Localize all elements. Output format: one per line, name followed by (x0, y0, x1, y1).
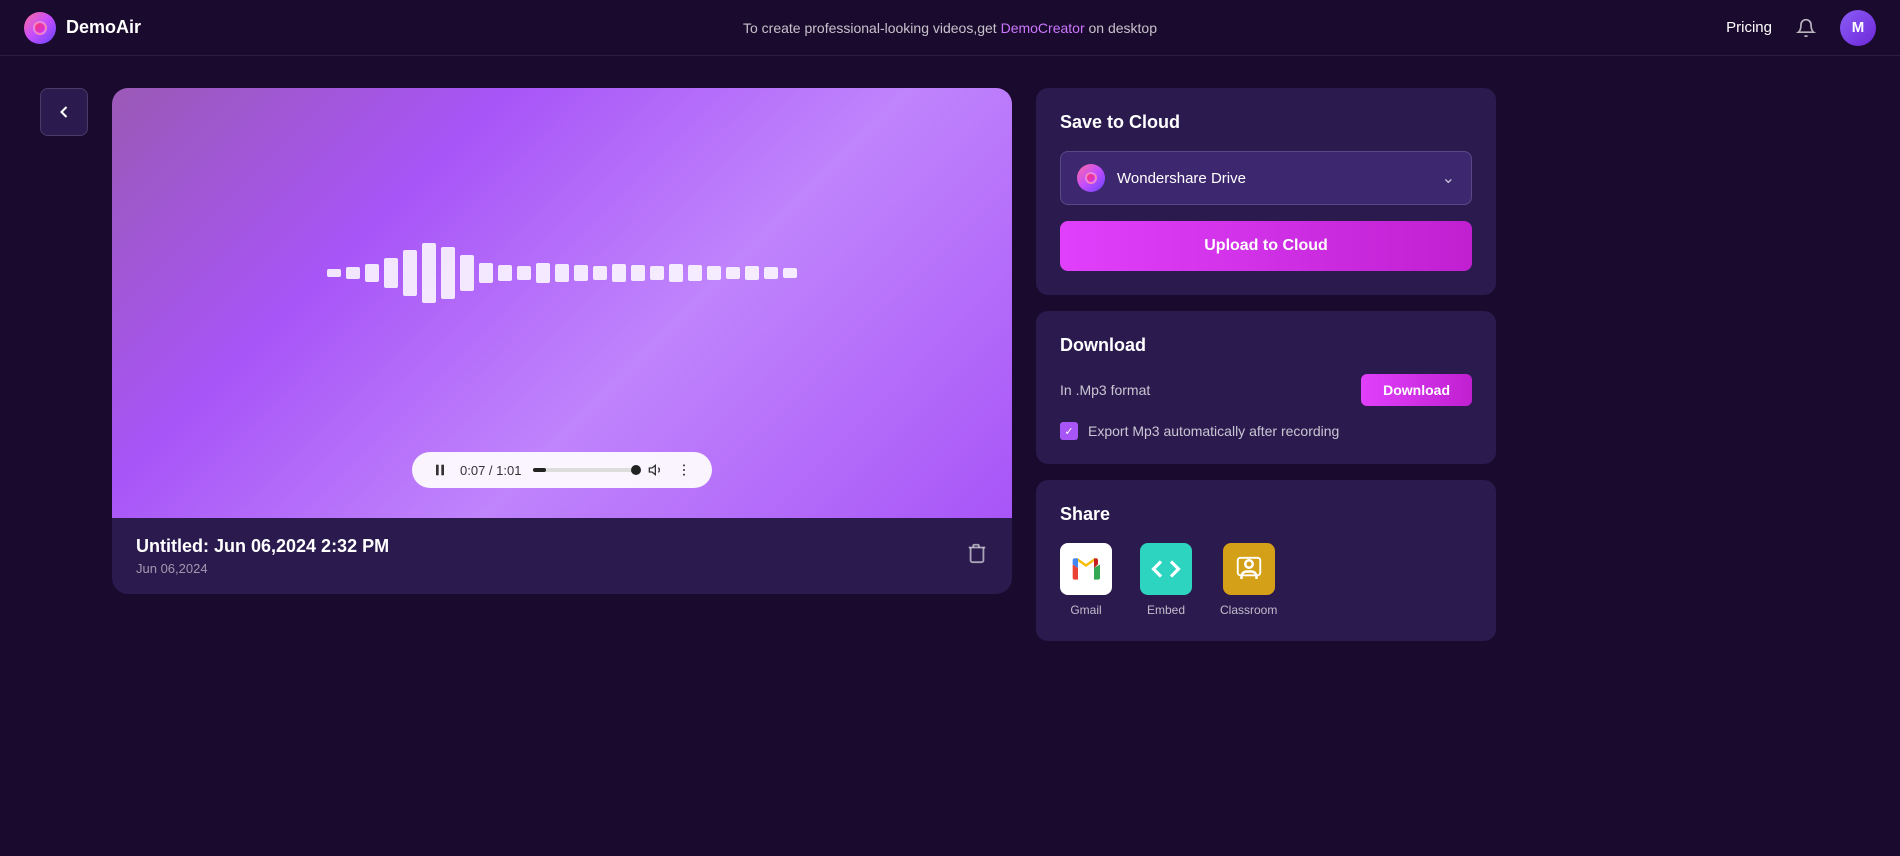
download-button[interactable]: Download (1361, 374, 1472, 406)
waveform-bar (574, 265, 588, 281)
format-label: In .Mp3 format (1060, 382, 1150, 398)
export-checkbox[interactable]: ✓ (1060, 422, 1078, 440)
waveform-bar (327, 269, 341, 277)
share-classroom[interactable]: Classroom (1220, 543, 1277, 617)
gmail-icon (1060, 543, 1112, 595)
pause-button[interactable] (432, 462, 448, 478)
waveform-bar (612, 264, 626, 282)
waveform-bar (460, 255, 474, 291)
chevron-down-icon: ⌄ (1442, 168, 1455, 188)
upload-to-cloud-button[interactable]: Upload to Cloud (1060, 221, 1472, 271)
waveform-bar (593, 266, 607, 280)
promo-banner: To create professional-looking videos,ge… (743, 20, 1157, 36)
notification-icon[interactable] (1792, 14, 1820, 42)
audio-controls: 0:07 / 1:01 (412, 452, 712, 488)
gmail-label: Gmail (1070, 603, 1101, 617)
export-label: Export Mp3 automatically after recording (1088, 423, 1339, 439)
waveform-bar (669, 264, 683, 282)
embed-label: Embed (1147, 603, 1185, 617)
drive-name: Wondershare Drive (1117, 170, 1246, 187)
waveform-bar (764, 267, 778, 279)
classroom-icon (1223, 543, 1275, 595)
cloud-drive-select[interactable]: Wondershare Drive ⌄ (1060, 151, 1472, 205)
share-icons: Gmail Embed (1060, 543, 1472, 617)
progress-fill (533, 468, 545, 472)
more-options-button[interactable] (676, 462, 692, 478)
volume-button[interactable] (648, 462, 664, 478)
progress-bar[interactable] (533, 468, 636, 472)
header: DemoAir To create professional-looking v… (0, 0, 1900, 56)
promo-suffix: on desktop (1085, 20, 1157, 36)
share-embed[interactable]: Embed (1140, 543, 1192, 617)
header-right: Pricing M (1726, 10, 1876, 46)
media-section: 0:07 / 1:01 (112, 88, 1012, 594)
waveform-bar (726, 267, 740, 279)
drive-left: Wondershare Drive (1077, 164, 1246, 192)
pricing-link[interactable]: Pricing (1726, 19, 1772, 36)
waveform-bar (783, 268, 797, 278)
download-row: In .Mp3 format Download (1060, 374, 1472, 406)
waveform (327, 243, 797, 303)
save-to-cloud-card: Save to Cloud Wondershare Drive ⌄ Upload… (1036, 88, 1496, 295)
time-display: 0:07 / 1:01 (460, 463, 521, 478)
media-player: 0:07 / 1:01 (112, 88, 1012, 518)
media-info: Untitled: Jun 06,2024 2:32 PM Jun 06,202… (112, 518, 1012, 594)
avatar[interactable]: M (1840, 10, 1876, 46)
waveform-bar (403, 250, 417, 296)
waveform-bar (650, 266, 664, 280)
back-button[interactable] (40, 88, 88, 136)
waveform-bar (346, 267, 360, 279)
progress-thumb (631, 465, 641, 475)
waveform-bar (422, 243, 436, 303)
cloud-title: Save to Cloud (1060, 112, 1472, 133)
waveform-bar (745, 266, 759, 280)
media-title-section: Untitled: Jun 06,2024 2:32 PM Jun 06,202… (136, 536, 389, 576)
democreator-link[interactable]: DemoCreator (1001, 20, 1085, 36)
waveform-bar (688, 265, 702, 281)
waveform-bar (365, 264, 379, 282)
wondershare-logo (1077, 164, 1105, 192)
export-row: ✓ Export Mp3 automatically after recordi… (1060, 422, 1472, 440)
waveform-bar (441, 247, 455, 299)
app-name: DemoAir (66, 17, 141, 38)
waveform-bar (384, 258, 398, 288)
waveform-bar (536, 263, 550, 283)
waveform-bar (479, 263, 493, 283)
media-date: Jun 06,2024 (136, 561, 389, 576)
waveform-bar (498, 265, 512, 281)
logo-icon (24, 12, 56, 44)
waveform-bar (517, 266, 531, 280)
waveform-bar (631, 265, 645, 281)
embed-icon (1140, 543, 1192, 595)
media-title: Untitled: Jun 06,2024 2:32 PM (136, 536, 389, 557)
share-card: Share Gmail (1036, 480, 1496, 641)
download-title: Download (1060, 335, 1472, 356)
share-title: Share (1060, 504, 1472, 525)
waveform-bar (555, 264, 569, 282)
right-panel: Save to Cloud Wondershare Drive ⌄ Upload… (1036, 88, 1496, 641)
checkmark-icon: ✓ (1064, 425, 1073, 438)
promo-text: To create professional-looking videos,ge… (743, 20, 1001, 36)
main-content: 0:07 / 1:01 (0, 56, 1900, 856)
share-gmail[interactable]: Gmail (1060, 543, 1112, 617)
download-card: Download In .Mp3 format Download ✓ Expor… (1036, 311, 1496, 464)
waveform-bar (707, 266, 721, 280)
classroom-label: Classroom (1220, 603, 1277, 617)
delete-button[interactable] (966, 542, 988, 570)
logo[interactable]: DemoAir (24, 12, 141, 44)
